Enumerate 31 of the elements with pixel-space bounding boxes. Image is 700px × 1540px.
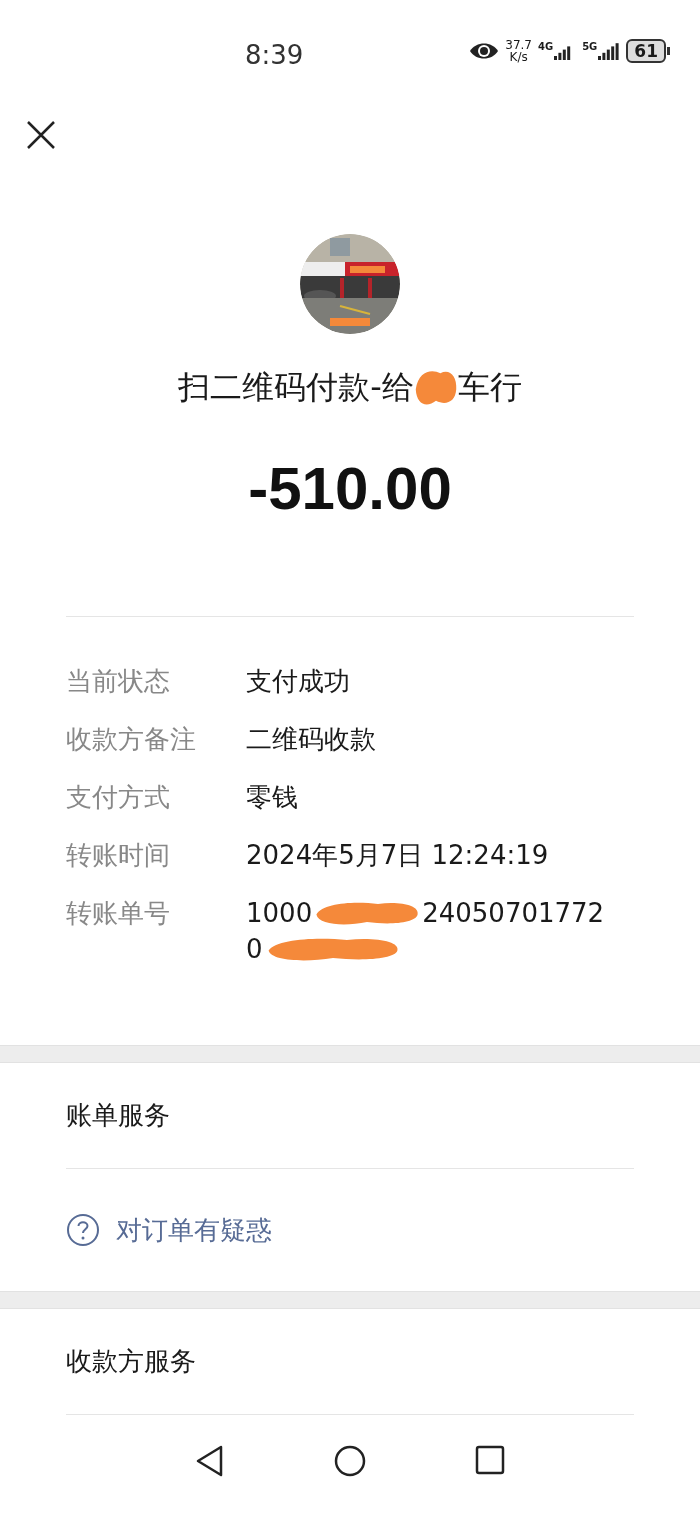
section-title: 收款方服务 [66, 1345, 196, 1378]
back-icon[interactable] [194, 1445, 225, 1477]
clock-time: 8:39 [245, 39, 304, 72]
detail-value: 支付成功 [246, 665, 350, 697]
payment-amount: -510.00 [248, 454, 452, 524]
order-number: 0 [246, 933, 263, 965]
detail-label: 转账单号 [66, 897, 171, 930]
section-title: 账单服务 [66, 1099, 170, 1132]
home-icon[interactable] [334, 1445, 366, 1477]
order-query-link[interactable]: 对订单有疑惑 [116, 1210, 272, 1250]
payment-title: 车行 [457, 367, 522, 407]
detail-value: 2024年5月7日 12:24:19 [246, 839, 549, 871]
close-icon[interactable] [26, 120, 56, 150]
network-label: 5G [582, 42, 598, 52]
detail-value: 零钱 [246, 781, 298, 813]
battery-level: 61 [626, 39, 666, 63]
order-number: 1000 [246, 897, 313, 929]
detail-value: 二维码收款 [246, 723, 376, 755]
network-label: 4G [538, 42, 554, 52]
payment-title: 扫二维码付款-给 [178, 367, 414, 407]
help-icon [66, 1213, 100, 1247]
detail-label: 支付方式 [66, 781, 171, 813]
detail-label: 转账时间 [66, 839, 171, 871]
eye-icon [469, 41, 500, 61]
network-speed: 37.7 [505, 39, 532, 51]
speed-unit: K/s [509, 51, 528, 63]
detail-label: 收款方备注 [66, 723, 197, 755]
order-number: 24050701772 [422, 897, 605, 929]
recents-icon[interactable] [475, 1445, 506, 1475]
signal-icon [598, 42, 621, 60]
detail-label: 当前状态 [66, 665, 171, 697]
